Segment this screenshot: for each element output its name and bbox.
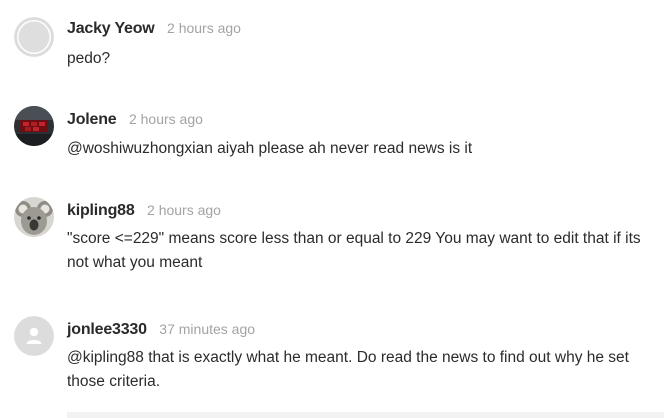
comment-text: "score <=229" means score less than or e…	[67, 230, 641, 271]
comment-timestamp[interactable]: 2 hours ago	[167, 20, 241, 36]
user-avatar[interactable]	[14, 316, 54, 356]
default-user-icon	[14, 316, 54, 356]
user-avatar[interactable]	[14, 197, 54, 237]
comment-author[interactable]: jonlee3330	[67, 321, 147, 338]
comment-timestamp[interactable]: 37 minutes ago	[159, 321, 255, 337]
comment-timestamp[interactable]: 2 hours ago	[129, 111, 203, 127]
koala-photo-avatar	[14, 197, 54, 237]
comment-text: @kipling88 that is exactly what he meant…	[67, 349, 629, 390]
default-user-icon	[14, 17, 54, 57]
comment-author[interactable]: kipling88	[67, 202, 135, 219]
comment-author[interactable]: Jacky Yeow	[67, 20, 155, 37]
comment-text: @woshiwuzhongxian aiyah please ah never …	[67, 140, 473, 157]
comment-author[interactable]: Jolene	[67, 111, 117, 128]
divider	[67, 412, 664, 418]
photo-avatar	[14, 106, 54, 146]
user-avatar[interactable]	[14, 17, 54, 57]
comment-text: pedo?	[67, 50, 111, 67]
comment-timestamp[interactable]: 2 hours ago	[147, 202, 221, 218]
user-avatar[interactable]	[14, 106, 54, 146]
